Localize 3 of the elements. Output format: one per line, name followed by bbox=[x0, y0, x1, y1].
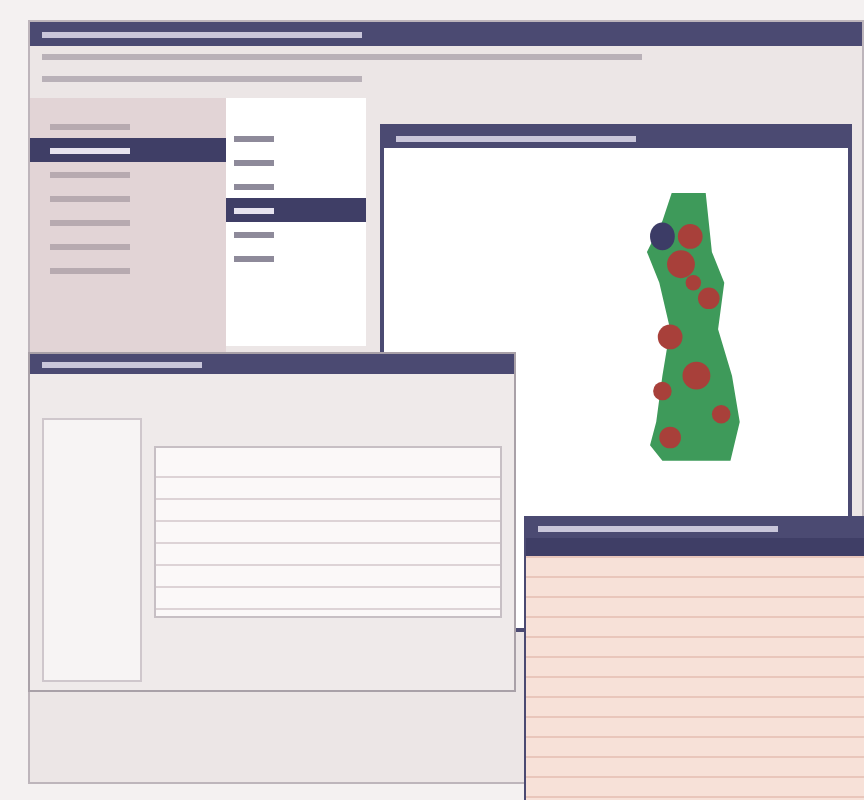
tree-item[interactable] bbox=[226, 198, 366, 222]
table-row[interactable] bbox=[526, 538, 864, 558]
sidebar-item[interactable] bbox=[30, 138, 226, 162]
